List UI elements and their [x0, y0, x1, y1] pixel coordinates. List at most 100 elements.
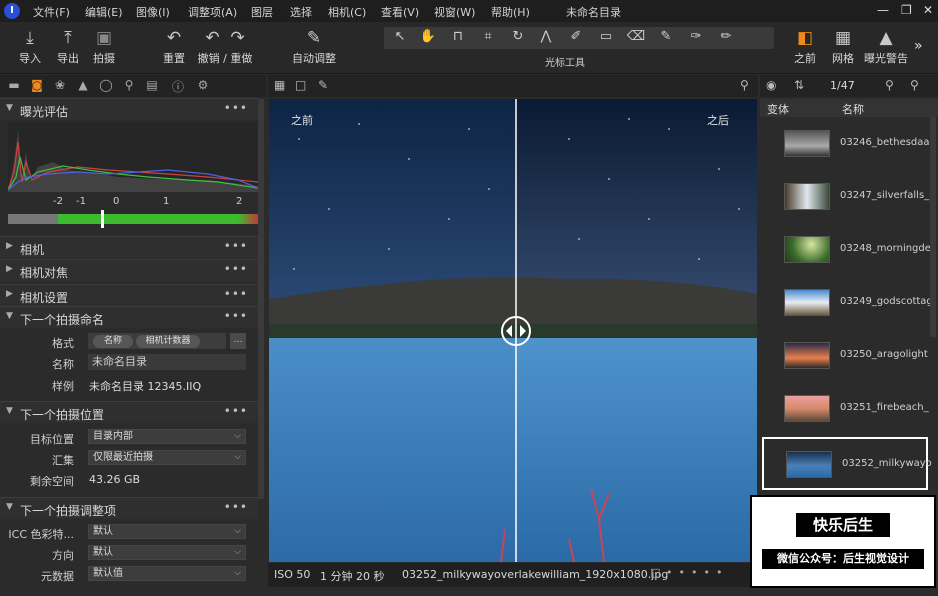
exposure-tab-icon[interactable]: ▲ [75, 78, 91, 92]
title-bar: I 文件(F) 编辑(E) 图像(I) 调整项(A) 图层 选择 相机(C) 查… [0, 0, 938, 22]
library-tab-icon[interactable]: ▬ [6, 78, 22, 92]
hist-tick-1: 1 [163, 196, 170, 207]
thumbnail-name: 03250_aragolight [840, 349, 928, 360]
section-menu-icon[interactable]: ••• [224, 309, 248, 323]
metadata-select[interactable]: 默认值 ⌵ [88, 566, 246, 581]
thumbnail-name: 03248_morningde [840, 243, 931, 254]
watermark-title: 快乐后生 [796, 513, 890, 537]
camera-settings-header[interactable]: ▶ 相机设置 ••• [0, 284, 258, 306]
zoom-thumbs-icon[interactable]: ⚲ [885, 78, 894, 92]
thumbnail-image [784, 289, 830, 316]
rotate-icon[interactable]: ↻ [506, 29, 530, 44]
pan-hand-icon[interactable]: ✋ [416, 29, 440, 44]
menu-edit[interactable]: 编辑(E) [85, 4, 123, 20]
collection-select[interactable]: 仅限最近拍摄 ⌵ [88, 450, 246, 465]
eye-icon[interactable]: ◉ [766, 78, 776, 92]
section-menu-icon[interactable]: ••• [224, 101, 248, 115]
undo-redo-button[interactable]: ↶ ↷ 撤销 / 重做 [195, 26, 255, 66]
star-rating-dots[interactable]: ••••• [666, 566, 728, 579]
color-tab-icon[interactable]: ❀ [52, 78, 68, 92]
menu-view[interactable]: 查看(V) [381, 4, 419, 20]
before-button[interactable]: ◧ 之前 [788, 26, 822, 66]
menu-help[interactable]: 帮助(H) [491, 4, 530, 20]
browser-scrollbar[interactable] [930, 117, 936, 337]
grid-view-icon[interactable]: ▦ [274, 78, 285, 92]
metadata-value: 默认值 [93, 568, 123, 579]
next-capture-adjust-header[interactable]: ▼ 下一个拍摄调整项 ••• [0, 497, 258, 519]
next-capture-naming-header[interactable]: ▼ 下一个拍摄命名 ••• [0, 306, 258, 328]
format-token-name[interactable]: 名称 [93, 335, 133, 348]
camera-focus-header[interactable]: ▶ 相机对焦 ••• [0, 259, 258, 281]
thumbnail-row[interactable]: 03250_aragolight [762, 330, 930, 383]
single-view-icon[interactable]: □ [295, 78, 306, 92]
export-button[interactable]: ⤒ 导出 [54, 26, 82, 66]
col-name[interactable]: 名称 [842, 101, 864, 117]
icc-select[interactable]: 默认 ⌵ [88, 524, 246, 539]
format-token-counter[interactable]: 相机计数器 [136, 335, 200, 348]
col-variant[interactable]: 变体 [767, 101, 789, 117]
reset-button[interactable]: ↶ 重置 [160, 26, 188, 66]
select-cursor-icon[interactable]: ↖ [388, 29, 412, 44]
menu-image[interactable]: 图像(I) [136, 4, 170, 20]
thumbnail-row[interactable]: 03246_bethesdaa [762, 118, 930, 171]
sort-icon[interactable]: ⇅ [794, 78, 804, 92]
section-menu-icon[interactable]: ••• [224, 239, 248, 253]
target-location-select[interactable]: 目录内部 ⌵ [88, 429, 246, 444]
section-menu-icon[interactable]: ••• [224, 287, 248, 301]
section-menu-icon[interactable]: ••• [224, 404, 248, 418]
metadata-tab-icon[interactable]: ▤ [144, 78, 160, 92]
info-tab-icon[interactable]: ⓘ [170, 78, 186, 95]
thumbnail-row[interactable]: 03251_firebeach_ [762, 383, 930, 436]
name-input[interactable]: 未命名目录 [88, 354, 246, 370]
left-panel-scrollbar[interactable] [258, 99, 264, 499]
hist-tick-neg1: -1 [76, 196, 86, 207]
capture-tab-icon[interactable]: ◙ [29, 78, 45, 92]
menu-window[interactable]: 视窗(W) [434, 4, 475, 20]
next-capture-location-header[interactable]: ▼ 下一个拍摄位置 ••• [0, 401, 258, 423]
search-icon[interactable]: ⚲ [910, 78, 919, 92]
maximize-icon[interactable]: ❐ [901, 3, 912, 17]
annotate-icon[interactable]: ✏ [714, 29, 738, 44]
details-tab-icon[interactable]: ⚲ [121, 78, 137, 92]
edit-pen-icon[interactable]: ✎ [318, 78, 328, 92]
grid-button[interactable]: ▦ 网格 [828, 26, 858, 66]
menu-layers[interactable]: 图层 [251, 4, 273, 20]
thumbnail-row[interactable]: 03249_godscottag [762, 277, 933, 330]
reset-label: 重置 [163, 52, 185, 65]
brush-icon[interactable]: ✐ [564, 29, 588, 44]
undo-redo-label: 撤销 / 重做 [197, 52, 253, 65]
thumbnail-row-selected[interactable]: 03252_milkywayo [762, 437, 932, 490]
menu-select[interactable]: 选择 [290, 4, 312, 20]
menu-adjustments[interactable]: 调整项(A) [188, 4, 237, 20]
menu-file[interactable]: 文件(F) [33, 4, 70, 20]
exposure-warning-button[interactable]: ▲ 曝光警告 [864, 26, 908, 66]
minimize-icon[interactable]: — [877, 3, 889, 17]
exposure-evaluation-header[interactable]: ▼ 曝光评估 ••• [0, 98, 258, 120]
format-edit-button[interactable]: … [230, 333, 246, 349]
crop-icon[interactable]: ⌗ [476, 29, 500, 44]
close-icon[interactable]: ✕ [923, 3, 933, 17]
rating-box-icon[interactable]: □ [650, 566, 660, 579]
heal-icon[interactable]: ✑ [684, 29, 708, 44]
menu-camera[interactable]: 相机(C) [328, 4, 366, 20]
import-button[interactable]: ⤓ 导入 [16, 26, 44, 66]
section-menu-icon[interactable]: ••• [224, 500, 248, 514]
more-tools-icon[interactable]: » [914, 38, 923, 54]
picker-icon[interactable]: ✎ [654, 29, 678, 44]
gradient-icon[interactable]: ▭ [594, 29, 618, 44]
lens-tab-icon[interactable]: ◯ [98, 78, 114, 92]
auto-adjust-button[interactable]: ✎ 自动调整 [292, 26, 336, 66]
zoom-icon[interactable]: ⚲ [740, 78, 749, 92]
keystone-icon[interactable]: ⋀ [534, 29, 558, 44]
settings-tab-icon[interactable]: ⚙ [195, 78, 211, 92]
eraser-icon[interactable]: ⌫ [624, 29, 648, 44]
camera-header[interactable]: ▶ 相机 ••• [0, 236, 258, 258]
collapse-arrow-icon: ▼ [6, 311, 13, 321]
straighten-icon[interactable]: ⊓ [446, 29, 470, 44]
thumbnail-row[interactable]: 03248_morningde [762, 224, 931, 277]
section-menu-icon[interactable]: ••• [224, 262, 248, 276]
orientation-select[interactable]: 默认 ⌵ [88, 545, 246, 560]
thumbnail-row[interactable]: 03247_silverfalls_ [762, 171, 930, 224]
image-viewer[interactable] [269, 99, 757, 562]
capture-button[interactable]: ▣ 拍摄 [90, 26, 118, 66]
